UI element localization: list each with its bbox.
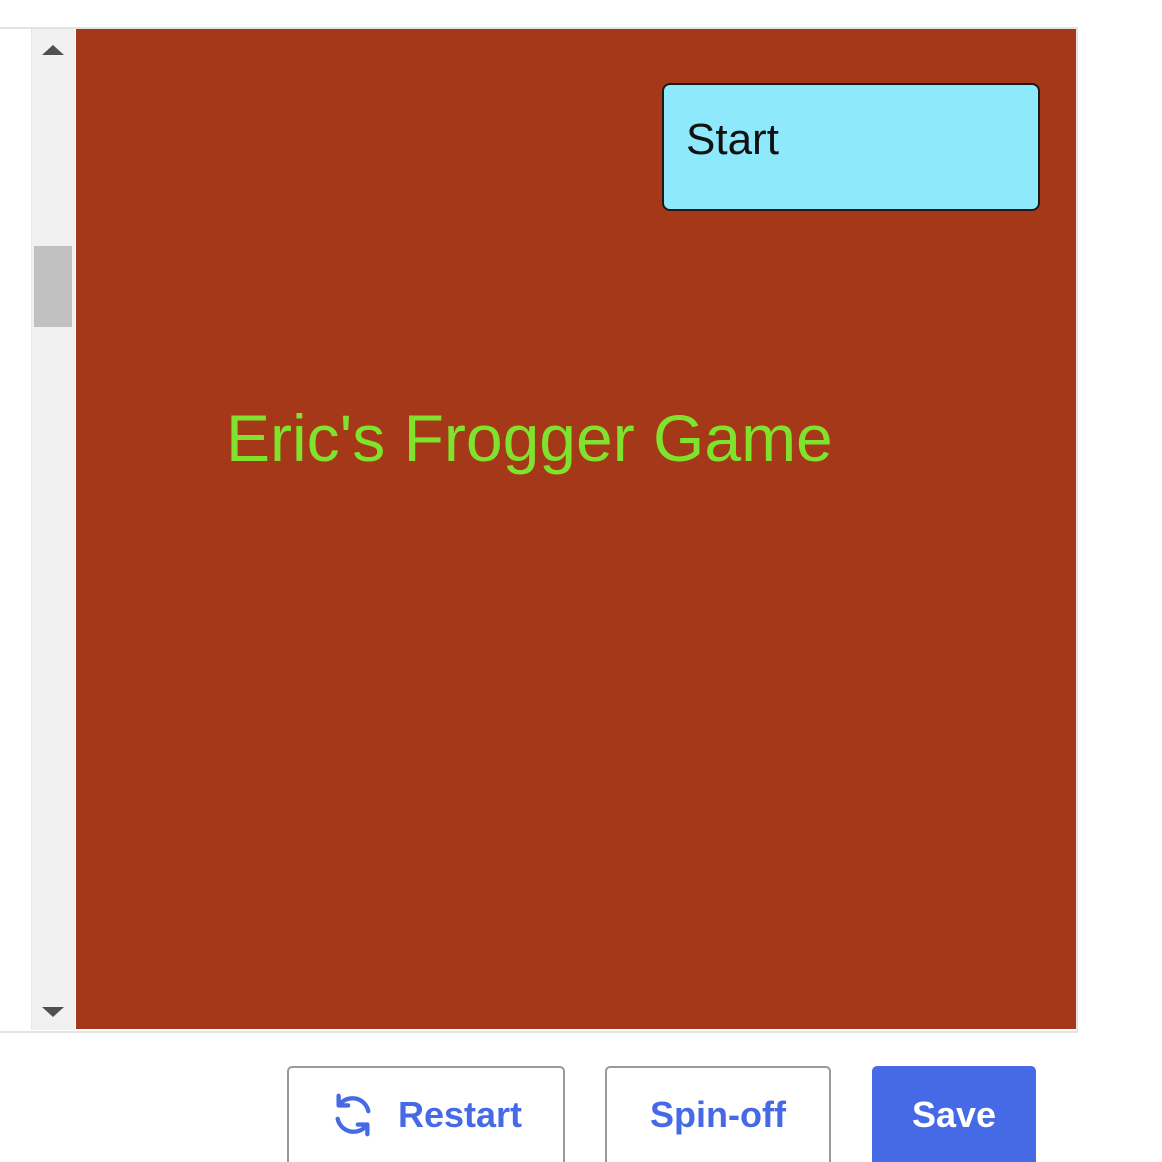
- game-title: Eric's Frogger Game: [226, 401, 833, 475]
- scroll-thumb[interactable]: [34, 246, 72, 327]
- restart-button-label: Restart: [397, 1094, 523, 1135]
- save-button[interactable]: Save: [872, 1066, 1036, 1162]
- restart-button[interactable]: Restart: [287, 1066, 565, 1162]
- scroll-up-arrow-icon[interactable]: [42, 45, 64, 55]
- frame-right-border: [1076, 27, 1078, 1162]
- start-button-label: Start: [686, 115, 779, 164]
- save-button-label: Save: [911, 1094, 997, 1135]
- vertical-scrollbar[interactable]: [31, 29, 75, 1030]
- refresh-icon: [335, 1093, 371, 1137]
- program-preview-frame: Start Eric's Frogger Game Restart Spin-o…: [0, 0, 1162, 1162]
- spin-off-button-label: Spin-off: [650, 1094, 786, 1135]
- start-button[interactable]: Start: [662, 83, 1040, 211]
- spin-off-button[interactable]: Spin-off: [605, 1066, 831, 1162]
- game-canvas[interactable]: Start Eric's Frogger Game: [76, 29, 1076, 1029]
- scroll-down-arrow-icon[interactable]: [42, 1007, 64, 1017]
